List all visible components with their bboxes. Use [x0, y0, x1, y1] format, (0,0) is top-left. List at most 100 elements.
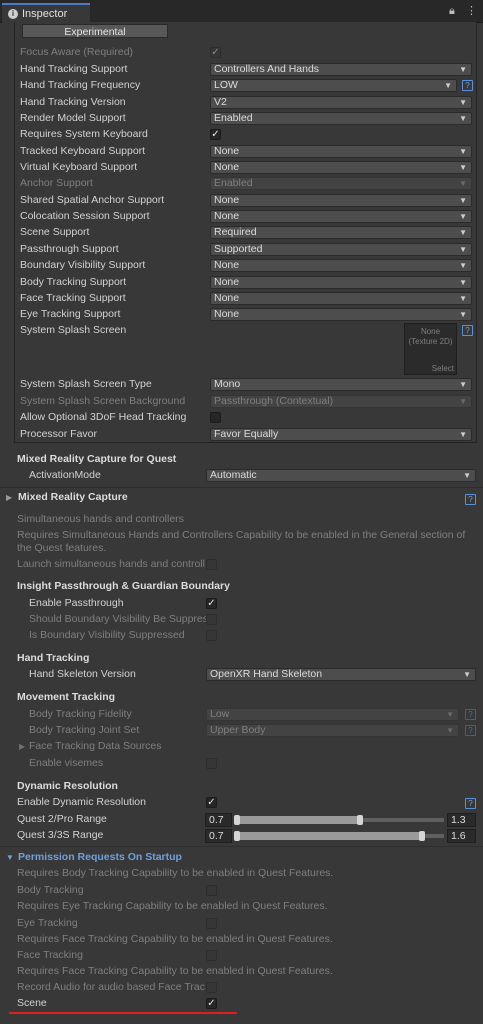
simultaneous-note-line1: Requires Simultaneous Hands and Controll… — [17, 529, 466, 541]
help-icon[interactable]: ? — [465, 709, 476, 720]
lock-icon[interactable]: 🔒︎ — [449, 5, 455, 17]
enable-visemes-checkbox[interactable] — [206, 758, 217, 769]
setting-dropdown-value: None — [214, 259, 240, 271]
hand-skeleton-dropdown[interactable]: OpenXR Hand Skeleton ▼ — [206, 668, 476, 681]
foldout-collapsed-icon[interactable]: ▶ — [6, 493, 12, 502]
face-tracking-permission-checkbox[interactable] — [206, 950, 217, 961]
setting-dropdown-value: Favor Equally — [214, 428, 279, 440]
splash-texture-field[interactable]: None (Texture 2D) Select — [404, 323, 457, 375]
range-min-field[interactable]: 0.7 — [205, 829, 232, 843]
setting-dropdown[interactable]: None ▼ — [210, 194, 472, 207]
experimental-button[interactable]: Experimental — [22, 24, 168, 38]
scene-permission-checkbox[interactable]: ✓ — [206, 998, 217, 1009]
dropdown-arrow-icon: ▼ — [459, 430, 467, 439]
setting-label: Anchor Support — [20, 177, 93, 189]
setting-dropdown-value: None — [214, 210, 240, 222]
foldout-expanded-icon[interactable]: ▼ — [6, 853, 14, 862]
inspector-tab[interactable]: i Inspector — [2, 3, 90, 23]
kebab-menu-icon[interactable]: ⋮ — [466, 5, 477, 17]
setting-dropdown-value: Controllers And Hands — [214, 63, 320, 75]
should-boundary-label: Should Boundary Visibility Be Suppres — [29, 613, 208, 625]
setting-dropdown[interactable]: Enabled ▼ — [210, 177, 472, 190]
dropdown-arrow-icon: ▼ — [459, 98, 467, 107]
enable-passthrough-checkbox[interactable]: ✓ — [206, 598, 217, 609]
is-boundary-checkbox[interactable] — [206, 630, 217, 641]
setting-dropdown[interactable]: Mono ▼ — [210, 378, 472, 391]
setting-label: Render Model Support — [20, 112, 126, 124]
setting-dropdown[interactable]: None ▼ — [210, 276, 472, 289]
setting-label: Allow Optional 3DoF Head Tracking — [20, 411, 187, 423]
should-boundary-checkbox[interactable] — [206, 614, 217, 625]
eye-tracking-permission-checkbox[interactable] — [206, 918, 217, 929]
setting-checkbox[interactable]: ✓ — [210, 129, 221, 140]
face-tracking-note: Requires Face Tracking Capability to be … — [17, 933, 333, 945]
range-max-handle[interactable] — [356, 815, 363, 825]
face-sources-label[interactable]: Face Tracking Data Sources — [29, 739, 161, 753]
setting-dropdown[interactable]: None ▼ — [210, 210, 472, 223]
launch-simultaneous-checkbox[interactable] — [206, 559, 217, 570]
dropdown-arrow-icon: ▼ — [459, 380, 467, 389]
setting-label: Requires System Keyboard — [20, 128, 148, 140]
setting-label: Shared Spatial Anchor Support — [20, 194, 165, 206]
setting-dropdown-value: Mono — [214, 378, 241, 390]
setting-dropdown[interactable]: Favor Equally ▼ — [210, 428, 472, 441]
scene-permission-label: Scene — [17, 997, 47, 1009]
inspector-tab-label: Inspector — [22, 8, 68, 20]
setting-dropdown[interactable]: Passthrough (Contextual) ▼ — [210, 395, 472, 408]
setting-checkbox[interactable] — [210, 412, 221, 423]
setting-label: Body Tracking Support — [20, 276, 127, 288]
section-header-permissions[interactable]: Permission Requests On Startup — [18, 850, 182, 864]
activation-mode-dropdown[interactable]: Automatic ▼ — [206, 469, 476, 482]
setting-dropdown[interactable]: None ▼ — [210, 292, 472, 305]
range-min-handle[interactable] — [234, 831, 240, 841]
enable-dynamic-resolution-checkbox[interactable]: ✓ — [206, 797, 217, 808]
setting-dropdown[interactable]: None ▼ — [210, 308, 472, 321]
hand-skeleton-label: Hand Skeleton Version — [29, 668, 136, 680]
range-label: Quest 2/Pro Range — [17, 813, 107, 825]
range-max-handle[interactable] — [419, 831, 426, 841]
dropdown-arrow-icon: ▼ — [459, 163, 467, 172]
eye-tracking-note: Requires Eye Tracking Capability to be e… — [17, 900, 328, 912]
body-tracking-permission-checkbox[interactable] — [206, 885, 217, 896]
body-fidelity-dropdown[interactable]: Low ▼ — [206, 708, 459, 721]
range-fill — [236, 816, 361, 824]
texture-select-button[interactable]: Select — [432, 364, 454, 373]
setting-label: Processor Favor — [20, 428, 98, 440]
dropdown-arrow-icon: ▼ — [459, 114, 467, 123]
setting-dropdown[interactable]: Enabled ▼ — [210, 112, 472, 125]
range-min-handle[interactable] — [234, 815, 240, 825]
setting-dropdown-value: None — [214, 276, 240, 288]
record-audio-permission-checkbox[interactable] — [206, 982, 217, 993]
setting-dropdown[interactable]: Required ▼ — [210, 226, 472, 239]
setting-checkbox[interactable]: ✓ — [210, 47, 221, 58]
setting-dropdown[interactable]: None ▼ — [210, 161, 472, 174]
range-max-field[interactable]: 1.3 — [447, 813, 476, 827]
section-header-mrc[interactable]: Mixed Reality Capture — [18, 490, 128, 504]
setting-label: Boundary Visibility Support — [20, 259, 146, 271]
setting-dropdown[interactable]: None ▼ — [210, 145, 472, 158]
record-audio-permission-label: Record Audio for audio based Face Trac — [17, 981, 205, 993]
setting-dropdown[interactable]: Supported ▼ — [210, 243, 472, 256]
dropdown-arrow-icon: ▼ — [459, 179, 467, 188]
setting-dropdown[interactable]: LOW ▼ — [210, 79, 457, 92]
dropdown-arrow-icon: ▼ — [446, 710, 454, 719]
setting-dropdown-value: Required — [214, 226, 257, 238]
setting-dropdown[interactable]: V2 ▼ — [210, 96, 472, 109]
range-min-field[interactable]: 0.7 — [205, 813, 232, 827]
body-jointset-dropdown[interactable]: Upper Body ▼ — [206, 724, 459, 737]
help-icon[interactable]: ? — [465, 725, 476, 736]
setting-dropdown[interactable]: Controllers And Hands ▼ — [210, 63, 472, 76]
setting-label: Passthrough Support — [20, 243, 119, 255]
range-max-field[interactable]: 1.6 — [447, 829, 476, 843]
activation-mode-label: ActivationMode — [29, 469, 101, 481]
setting-dropdown-value: V2 — [214, 96, 227, 108]
help-icon[interactable]: ? — [462, 80, 473, 91]
help-icon[interactable]: ? — [462, 325, 473, 336]
dropdown-arrow-icon: ▼ — [459, 65, 467, 74]
help-icon[interactable]: ? — [465, 798, 476, 809]
help-icon[interactable]: ? — [465, 494, 476, 505]
foldout-collapsed-icon[interactable]: ▶ — [19, 742, 25, 751]
dropdown-arrow-icon: ▼ — [459, 245, 467, 254]
info-icon: i — [8, 9, 18, 19]
setting-dropdown[interactable]: None ▼ — [210, 259, 472, 272]
